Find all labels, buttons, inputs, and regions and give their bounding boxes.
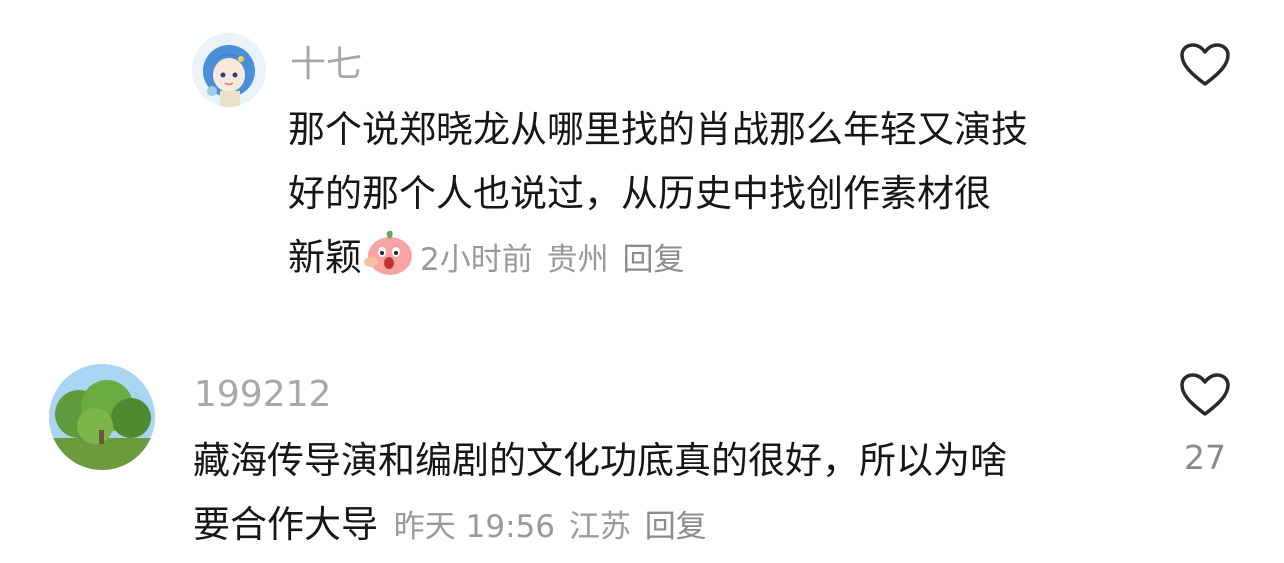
comment-time: 昨天 19:56 xyxy=(393,509,555,545)
avatar[interactable] xyxy=(49,364,155,470)
like-count: 27 xyxy=(1184,438,1226,477)
comment-location: 江苏 xyxy=(568,509,631,545)
comment-text: 那个说郑晓龙从哪里找的肖战那么年轻又演技 好的那个人也说过，从历史中找创作素材很… xyxy=(288,98,1028,292)
comment-time: 2小时前 xyxy=(420,242,533,278)
anime-girl-avatar-icon xyxy=(192,33,266,107)
reply-button[interactable]: 回复 xyxy=(645,509,707,545)
angry-peach-emoji-icon xyxy=(362,228,416,278)
like-button[interactable] xyxy=(1178,372,1232,418)
comment-location: 贵州 xyxy=(546,242,609,278)
comment-list: 十七 那个说郑晓龙从哪里找的肖战那么年轻又演技 好的那个人也说过，从历史中找创作… xyxy=(0,0,1284,563)
comment-text-line-end: 新颖 xyxy=(288,236,362,279)
comment-text: 藏海传导演和编剧的文化功底真的很好，所以为啥 要合作大导 昨天 19:56 江苏… xyxy=(193,429,1007,559)
comment-meta: 昨天 19:56 江苏 回复 xyxy=(390,509,707,545)
comment-meta: 2小时前 贵州 回复 xyxy=(416,242,684,278)
comment-text-line: 好的那个人也说过，从历史中找创作素材很 xyxy=(288,172,991,215)
comment-text-line: 要合作大导 昨天 19:56 江苏 回复 xyxy=(193,493,1007,559)
username[interactable]: 十七 xyxy=(290,43,362,87)
like-button[interactable] xyxy=(1178,42,1232,88)
comment-text-line: 那个说郑晓龙从哪里找的肖战那么年轻又演技 xyxy=(288,108,1028,151)
comment-text-line: 新颖 2小时前 贵州 回复 xyxy=(288,226,1028,292)
heart-icon xyxy=(1180,43,1230,86)
tree-photo-avatar-icon xyxy=(49,364,155,470)
reply-button[interactable]: 回复 xyxy=(622,242,684,278)
avatar[interactable] xyxy=(192,33,266,107)
comment-text-line-end: 要合作大导 xyxy=(193,503,378,546)
username[interactable]: 199212 xyxy=(194,373,331,417)
comment-text-line: 藏海传导演和编剧的文化功底真的很好，所以为啥 xyxy=(193,439,1007,482)
heart-icon xyxy=(1180,373,1230,416)
